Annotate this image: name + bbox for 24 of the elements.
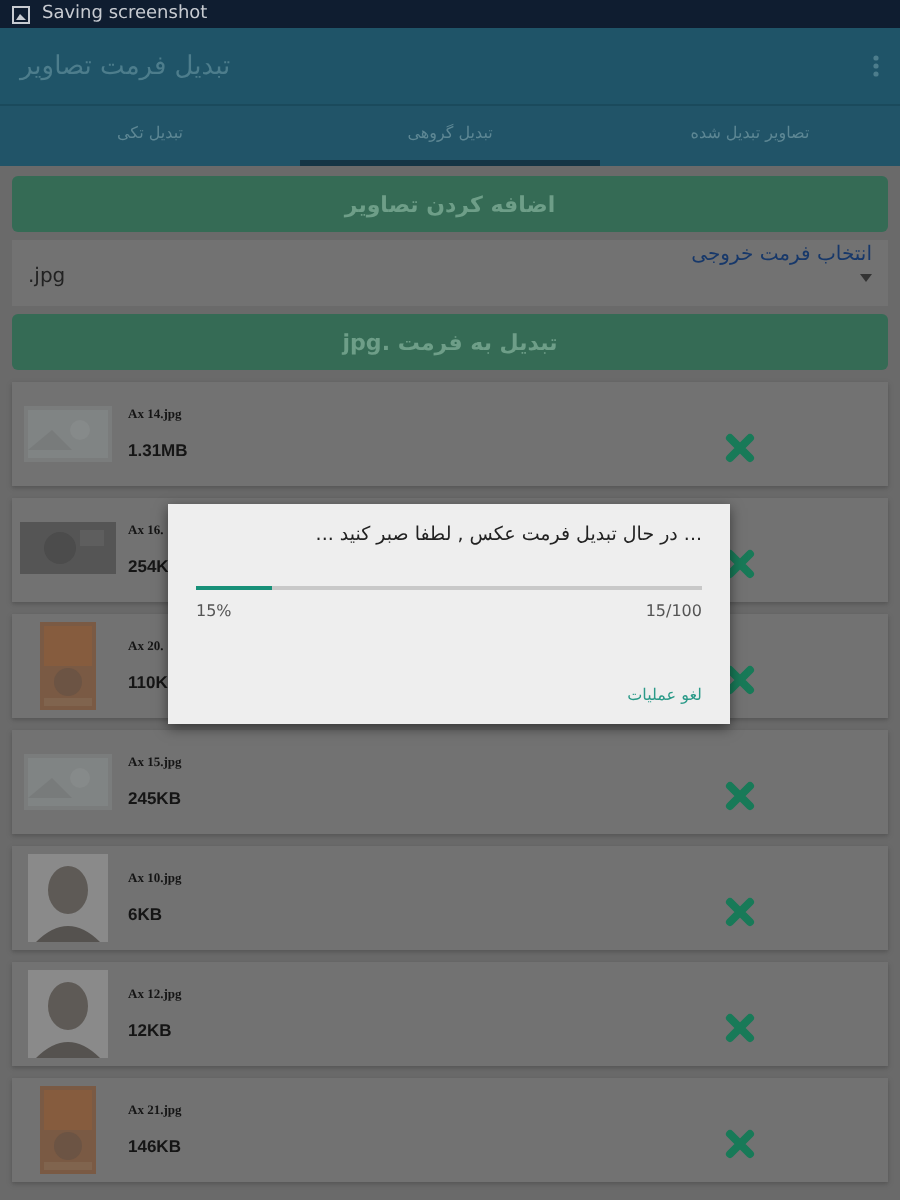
file-size: 245KB	[128, 788, 181, 808]
image-icon	[12, 5, 30, 23]
status-text: Saving screenshot	[42, 4, 208, 24]
remove-icon[interactable]	[724, 548, 756, 580]
file-size: 12KB	[128, 1020, 172, 1040]
tab[interactable]: تصاویر تبدیل شده	[600, 106, 900, 166]
dropdown-value: .jpg	[28, 266, 66, 288]
file-size: 254K	[128, 556, 169, 576]
convert-button[interactable]: تبدیل به فرمت .jpg	[12, 314, 888, 370]
file-size: 110K	[128, 672, 168, 692]
file-size: 6KB	[128, 904, 163, 924]
menu-icon[interactable]	[872, 54, 880, 78]
remove-icon[interactable]	[724, 664, 756, 696]
tab[interactable]: تبدیل تکی	[0, 106, 300, 166]
dropdown-label: انتخاب فرمت خروجی	[691, 244, 872, 266]
add-images-button[interactable]: اضافه کردن تصاویر	[12, 176, 888, 232]
tab[interactable]: تبدیل گروهی	[300, 106, 600, 166]
progress-percent: 15%	[196, 602, 232, 620]
progress-count: 15/100	[645, 602, 702, 620]
file-size: 146KB	[128, 1136, 181, 1156]
file-size: 1.31MB	[128, 440, 188, 460]
cancel-button[interactable]: لغو عملیات	[627, 686, 702, 704]
caret-icon	[860, 273, 872, 281]
dialog-message: ... در حال تبدیل فرمت عکس , لطفا صبر کنید ...	[313, 524, 702, 546]
